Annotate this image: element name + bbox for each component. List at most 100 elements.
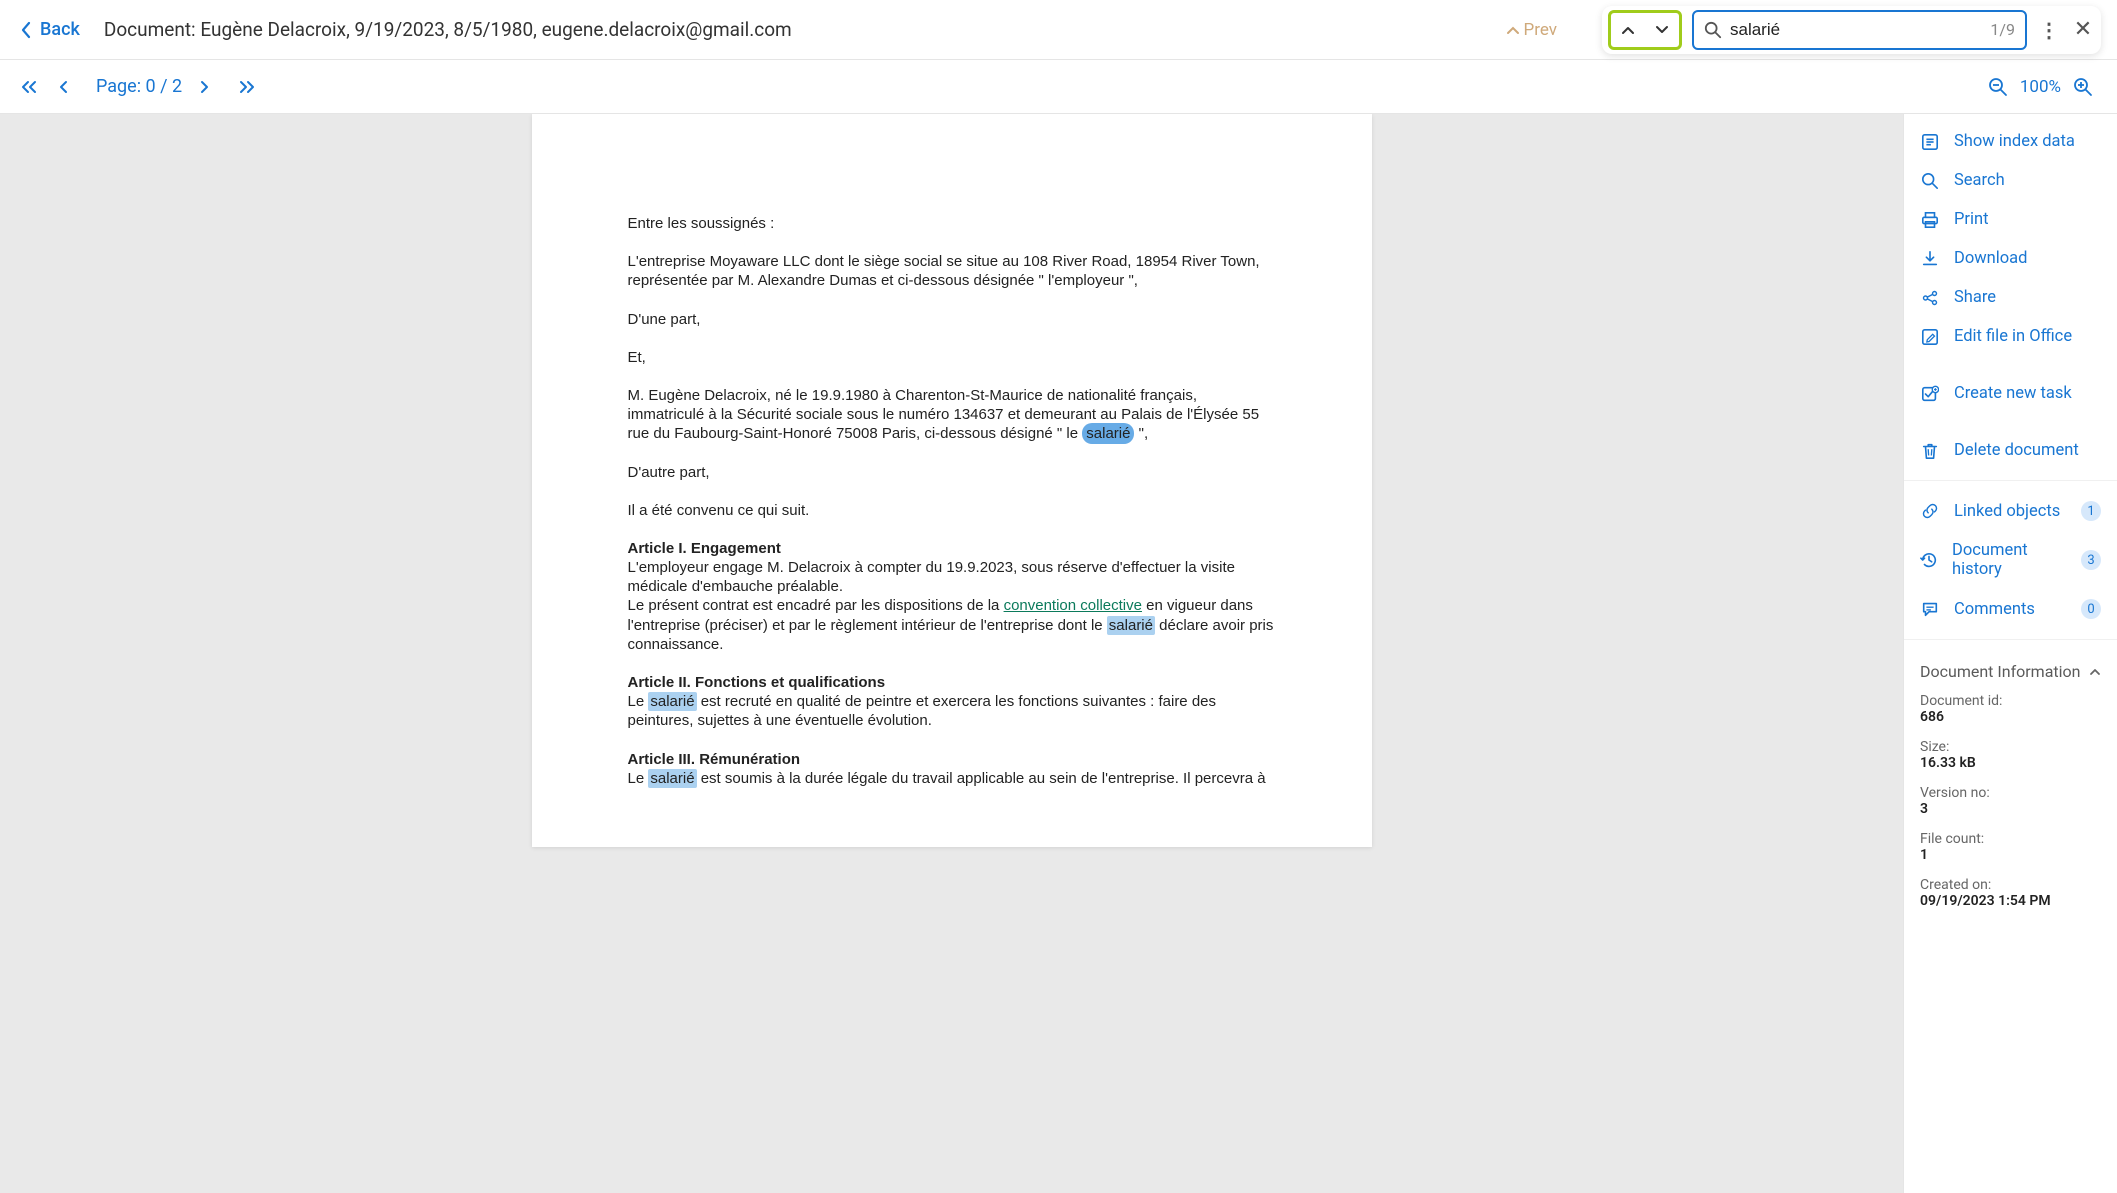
doc-paragraph: Le salarié est soumis à la durée légale …	[628, 769, 1276, 788]
first-page-button[interactable]	[20, 80, 40, 94]
info-label: Created on:	[1920, 877, 2101, 893]
document-page: Entre les soussignés : L'entreprise Moya…	[532, 114, 1372, 847]
download-button[interactable]: Download	[1904, 239, 2117, 278]
doc-paragraph: L'entreprise Moyaware LLC dont le siège …	[628, 252, 1276, 290]
doc-paragraph: D'autre part,	[628, 463, 1276, 482]
info-row: Version no: 3	[1904, 781, 2117, 827]
info-value: 1	[1920, 847, 2101, 863]
search-count: 1/9	[1990, 20, 2015, 39]
sidebar-item-label: Search	[1954, 171, 2005, 190]
print-button[interactable]: Print	[1904, 200, 2117, 239]
doc-paragraph: Il a été convenu ce qui suit.	[628, 501, 1276, 520]
info-row: File count: 1	[1904, 827, 2117, 873]
search-bar: 1/9 ⋮ ✕	[1602, 6, 2101, 54]
print-icon	[1920, 211, 1940, 229]
index-icon	[1920, 133, 1940, 151]
search-box: 1/9	[1692, 10, 2027, 50]
link-icon	[1920, 502, 1940, 520]
zoom-level: 100%	[2020, 77, 2061, 97]
info-row: Created on: 09/19/2023 1:54 PM	[1904, 873, 2117, 919]
next-page-button[interactable]	[200, 80, 220, 94]
topbar: Back Document: Eugène Delacroix, 9/19/20…	[0, 0, 2117, 60]
info-label: Document id:	[1920, 693, 2101, 709]
comments-badge: 0	[2081, 599, 2101, 619]
zoom-in-button[interactable]	[2073, 77, 2093, 97]
divider	[1904, 480, 2117, 481]
chevron-up-icon	[2089, 668, 2101, 676]
info-row: Document id: 686	[1904, 689, 2117, 735]
sidebar-item-label: Edit file in Office	[1954, 327, 2072, 346]
back-button[interactable]: Back	[20, 19, 80, 40]
previous-faded: Prev	[1506, 20, 1557, 40]
info-value: 09/19/2023 1:54 PM	[1920, 893, 2101, 909]
show-index-data-button[interactable]: Show index data	[1904, 122, 2117, 161]
share-button[interactable]: Share	[1904, 278, 2117, 317]
task-icon	[1920, 385, 1940, 403]
download-icon	[1920, 250, 1940, 268]
info-value: 3	[1920, 801, 2101, 817]
page-indicator: Page: 0 / 2	[96, 76, 182, 97]
doc-paragraph: L'employeur engage M. Delacroix à compte…	[628, 558, 1276, 596]
doc-paragraph: D'une part,	[628, 310, 1276, 329]
doc-history-badge: 3	[2081, 550, 2101, 570]
info-label: Version no:	[1920, 785, 2101, 801]
zoom-out-button[interactable]	[1988, 77, 2008, 97]
search-input[interactable]	[1730, 20, 1982, 40]
comments-button[interactable]: Comments 0	[1904, 589, 2117, 629]
search-hit-active: salarié	[1082, 423, 1134, 444]
delete-document-button[interactable]: Delete document	[1904, 431, 2117, 470]
more-options-button[interactable]: ⋮	[2037, 18, 2061, 42]
search-icon	[1920, 172, 1940, 190]
trash-icon	[1920, 442, 1940, 460]
doc-paragraph: M. Eugène Delacroix, né le 19.9.1980 à C…	[628, 386, 1276, 444]
doc-info-header[interactable]: Document Information	[1904, 650, 2117, 689]
doc-paragraph: Le salarié est recruté en qualité de pei…	[628, 692, 1276, 730]
back-label: Back	[40, 19, 80, 40]
document-viewer[interactable]: Entre les soussignés : L'entreprise Moya…	[0, 114, 1903, 1193]
search-icon	[1704, 21, 1722, 39]
document-history-button[interactable]: Document history 3	[1904, 531, 2117, 589]
search-hit: salarié	[648, 692, 696, 711]
create-task-button[interactable]: Create new task	[1904, 374, 2117, 413]
history-icon	[1920, 551, 1938, 569]
document-title: Document: Eugène Delacroix, 9/19/2023, 8…	[104, 18, 792, 41]
search-next-button[interactable]	[1645, 13, 1679, 47]
last-page-button[interactable]	[238, 80, 258, 94]
linked-objects-button[interactable]: Linked objects 1	[1904, 491, 2117, 531]
sidebar-item-label: Print	[1954, 210, 1989, 229]
info-label: File count:	[1920, 831, 2101, 847]
comment-icon	[1920, 600, 1940, 618]
doc-heading: Article III. Rémunération	[628, 750, 1276, 769]
info-row: Size: 16.33 kB	[1904, 735, 2117, 781]
doc-paragraph: Entre les soussignés :	[628, 214, 1276, 233]
sidebar-item-label: Document history	[1952, 541, 2067, 579]
convention-link[interactable]: convention collective	[1004, 597, 1142, 614]
sidebar: Show index data Search Print Download Sh…	[1903, 114, 2117, 1193]
chevron-up-icon	[1506, 25, 1520, 35]
edit-in-office-button[interactable]: Edit file in Office	[1904, 317, 2117, 356]
close-search-button[interactable]: ✕	[2071, 18, 2095, 42]
edit-icon	[1920, 328, 1940, 346]
sidebar-item-label: Share	[1954, 288, 1996, 307]
doc-paragraph: Et,	[628, 348, 1276, 367]
sidebar-item-label: Create new task	[1954, 384, 2072, 403]
doc-paragraph: Le présent contrat est encadré par les d…	[628, 596, 1276, 654]
info-value: 686	[1920, 709, 2101, 725]
share-icon	[1920, 289, 1940, 307]
chevron-left-icon	[20, 21, 32, 39]
search-nav-group	[1608, 10, 1682, 50]
sidebar-item-label: Delete document	[1954, 441, 2079, 460]
sidebar-item-label: Download	[1954, 249, 2027, 268]
info-value: 16.33 kB	[1920, 755, 2101, 771]
sidebar-item-label: Comments	[1954, 600, 2035, 619]
doc-heading: Article II. Fonctions et qualifications	[628, 673, 1276, 692]
doc-heading: Article I. Engagement	[628, 539, 1276, 558]
section-title: Document Information	[1920, 662, 2081, 681]
search-hit: salarié	[1107, 616, 1155, 635]
search-hit: salarié	[648, 769, 696, 788]
divider	[1904, 639, 2117, 640]
pager-bar: Page: 0 / 2 100%	[0, 60, 2117, 114]
prev-page-button[interactable]	[58, 80, 78, 94]
search-prev-button[interactable]	[1611, 13, 1645, 47]
search-button[interactable]: Search	[1904, 161, 2117, 200]
